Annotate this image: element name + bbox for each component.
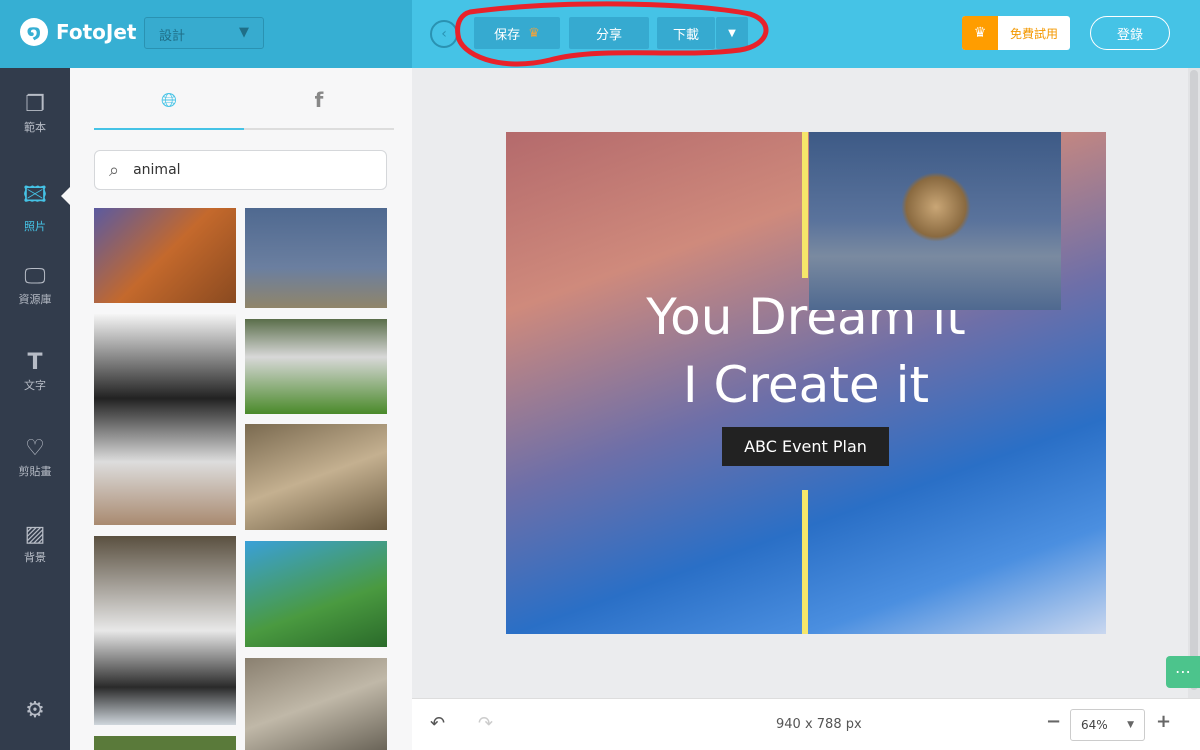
sidebar: ❐ 範本 🖾 照片 🖵 資源庫 T 文字 ♡ 剪貼畫 ▨ 背景 ⚙ (0, 68, 71, 750)
photo-thumbnail-iguana[interactable] (245, 541, 387, 647)
templates-icon: ❐ (25, 92, 45, 117)
login-button[interactable]: 登錄 (1090, 16, 1170, 50)
search-input[interactable]: ⌕ animal (94, 150, 387, 190)
chevron-down-icon: ▼ (1127, 720, 1134, 730)
tab-facebook[interactable]: f (244, 88, 394, 130)
photo-panel: 🌐︎ f ⌕ animal (70, 68, 412, 750)
photo-thumbnail-cranes[interactable] (245, 424, 387, 530)
library-icon: 🖵 (24, 264, 46, 289)
tab-web[interactable]: 🌐︎ (94, 88, 244, 130)
crown-icon: ♛ (962, 16, 998, 50)
logo-text: FotoJet (56, 20, 137, 44)
canvas-scrollbar[interactable] (1188, 68, 1200, 698)
free-trial-button[interactable]: ♛ 免費試用 (962, 16, 1070, 50)
sidebar-item-label: 範本 (24, 121, 46, 134)
zoom-in-button[interactable]: + (1156, 711, 1171, 732)
sidebar-item-photos[interactable]: 🖾 照片 (0, 178, 70, 234)
photo-thumbnail-cat[interactable] (94, 208, 236, 303)
zoom-value: 64% (1081, 718, 1108, 732)
event-badge[interactable]: ABC Event Plan (722, 427, 889, 466)
search-icon: ⌕ (109, 159, 120, 181)
settings-button[interactable]: ⚙ (0, 698, 70, 725)
headline-line2[interactable]: I Create it (506, 356, 1106, 414)
bottom-toolbar: ↶ ↷ 940 x 788 px − 64% ▼ + (412, 698, 1200, 750)
mode-select[interactable]: 設計 ▼ (144, 17, 264, 49)
clipart-icon: ♡ (25, 436, 45, 461)
facebook-icon: f (314, 88, 324, 112)
design-canvas[interactable]: You Dream it I Create it ABC Event Plan (506, 132, 1106, 634)
sidebar-item-clipart[interactable]: ♡ 剪貼畫 (0, 436, 70, 479)
sidebar-item-label: 資源庫 (18, 293, 52, 306)
sidebar-item-label: 背景 (24, 551, 46, 564)
text-icon: T (27, 350, 43, 375)
photo-thumbnail-dog[interactable] (94, 314, 236, 525)
background-icon: ▨ (24, 522, 46, 547)
chat-icon: ⋯ (1175, 662, 1191, 681)
goose-photo[interactable] (809, 132, 1061, 310)
free-trial-label: 免費試用 (1009, 26, 1058, 41)
sidebar-item-templates[interactable]: ❐ 範本 (0, 92, 70, 135)
photo-thumbnail-peacock[interactable] (245, 319, 387, 414)
chat-button[interactable]: ⋯ (1166, 656, 1200, 688)
photo-icon: 🖾 (23, 183, 47, 208)
chevron-down-icon: ▼ (239, 25, 249, 40)
mode-select-value: 設計 (159, 29, 186, 44)
sidebar-item-label: 剪貼畫 (18, 465, 52, 478)
globe-icon: 🌐︎ (161, 88, 177, 112)
photo-thumbnail[interactable] (94, 736, 236, 750)
sidebar-item-background[interactable]: ▨ 背景 (0, 522, 70, 565)
logo[interactable]: ໑ FotoJet (20, 18, 136, 46)
redo-icon[interactable]: ↷ (478, 713, 493, 734)
login-label: 登錄 (1116, 27, 1143, 43)
undo-icon[interactable]: ↶ (430, 713, 445, 734)
sidebar-item-library[interactable]: 🖵 資源庫 (0, 264, 70, 307)
event-badge-text: ABC Event Plan (744, 437, 867, 456)
yellow-line-bottom[interactable] (802, 490, 808, 634)
sidebar-item-label: 照片 (24, 220, 46, 233)
yellow-line-top[interactable] (802, 132, 808, 278)
search-value: animal (133, 162, 181, 178)
photo-thumbnail-goose[interactable] (245, 208, 387, 308)
zoom-select[interactable]: 64% ▼ (1070, 709, 1145, 741)
photo-thumbnail-penguin[interactable] (94, 536, 236, 725)
gear-icon: ⚙ (25, 698, 45, 723)
photo-thumbnail-lizard[interactable] (245, 658, 387, 750)
logo-icon: ໑ (20, 18, 48, 46)
sidebar-item-text[interactable]: T 文字 (0, 350, 70, 393)
zoom-out-button[interactable]: − (1046, 711, 1061, 732)
canvas-size: 940 x 788 px (776, 717, 862, 732)
red-annotation-circle (455, 1, 769, 67)
sidebar-item-label: 文字 (24, 379, 46, 392)
